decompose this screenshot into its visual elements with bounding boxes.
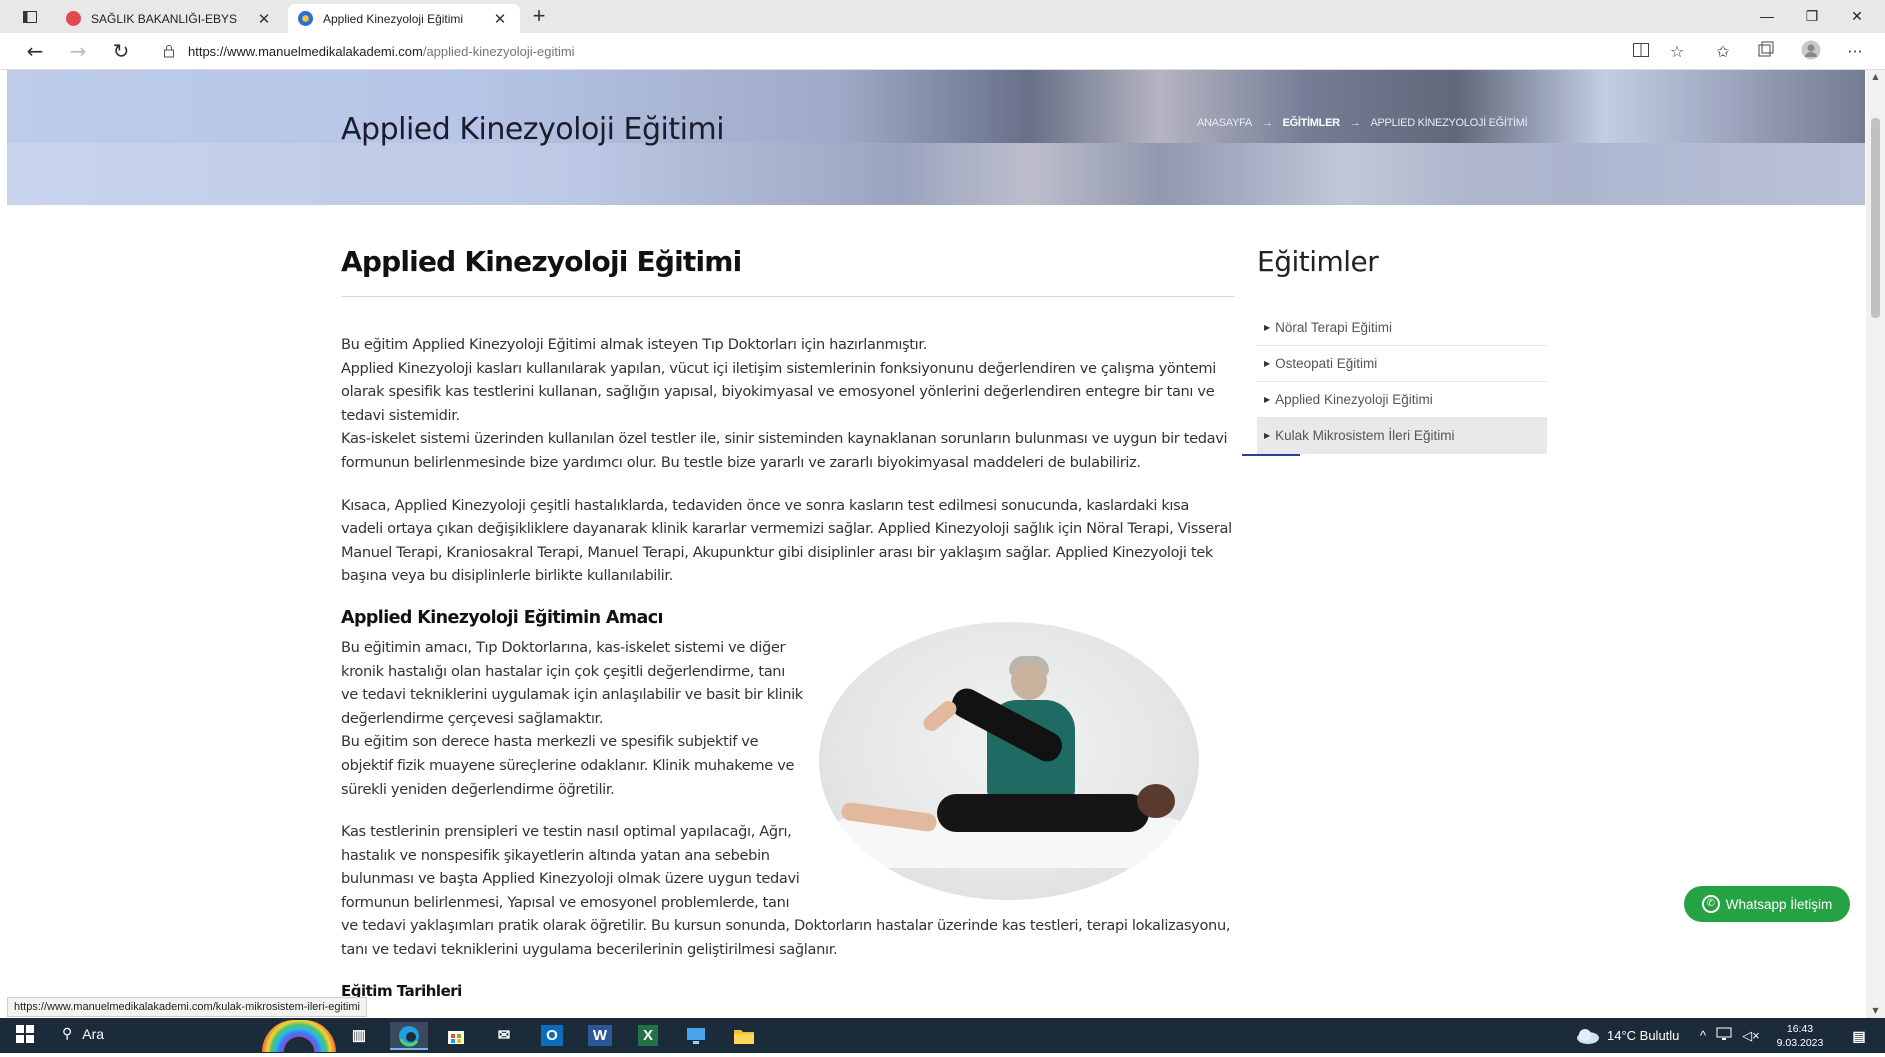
windows-taskbar: ⚲ Ara ▥ ✉ O W X 14°C Bulutlu ^ ◁× 16:43 … [0, 1018, 1885, 1053]
minimize-button[interactable]: — [1745, 4, 1789, 28]
favorites-icon[interactable]: ✩ [1710, 40, 1736, 64]
breadcrumb-current: APPLIED KİNEZYOLOJİ EĞİTİMİ [1370, 117, 1528, 129]
add-favorite-icon[interactable]: ☆ [1664, 40, 1690, 64]
section-title-dates: Eğitim Tarihleri [341, 981, 462, 1000]
url-host: https://www.manuelmedikalakademi.com [188, 43, 423, 59]
scroll-up-icon[interactable]: ▲ [1866, 70, 1885, 84]
sidebar-list: ▶ Nöral Terapi Eğitimi ▶ Osteopati Eğitimi… [1242, 310, 1547, 456]
whatsapp-label: Whatsapp İletişim [1725, 896, 1833, 912]
weather-widget[interactable]: 14°C Bulutlu [1575, 1018, 1679, 1053]
sidebar-accent-underline [1242, 454, 1300, 456]
taskbar-search[interactable]: ⚲ Ara [62, 1025, 104, 1042]
breadcrumb-egitimler-link[interactable]: EĞİTİMLER [1283, 117, 1341, 129]
url-field[interactable]: https://www.manuelmedikalakademi.com/app… [150, 37, 1600, 65]
restore-button[interactable]: ❐ [1790, 4, 1834, 28]
sidebar-item-osteopati[interactable]: ▶ Osteopati Eğitimi [1257, 346, 1547, 382]
close-tab-icon[interactable]: ✕ [490, 10, 510, 28]
mail-icon[interactable]: ✉ [485, 1022, 523, 1050]
search-icon: ⚲ [62, 1025, 73, 1041]
title-divider [341, 296, 1235, 297]
article-flow: Bu eğitimin amacı, Tıp Doktorlarına, kas… [341, 621, 1235, 1000]
close-tab-icon[interactable]: ✕ [254, 10, 274, 28]
volume-muted-icon[interactable]: ◁× [1742, 1028, 1760, 1044]
sidebar-item-label: Nöral Terapi Eğitimi [1275, 320, 1392, 335]
remote-desktop-icon[interactable] [677, 1022, 715, 1050]
sidebar-item-label: Kulak Mikrosistem İleri Eğitimi [1275, 428, 1455, 443]
cloud-icon [1577, 1028, 1599, 1044]
tab-title: Applied Kinezyoloji Eğitimi [323, 11, 464, 26]
tab-title: SAĞLIK BAKANLIĞI-EBYS [91, 11, 238, 26]
caret-right-icon: ▶ [1264, 431, 1271, 440]
hero-title: Applied Kinezyoloji Eğitimi [341, 112, 725, 147]
browser-tab-bar: SAĞLIK BAKANLIĞI-EBYS ✕ Applied Kinezyol… [0, 0, 1885, 33]
url-path: /applied-kinezyoloji-egitimi [422, 43, 575, 59]
page-scrollbar[interactable]: ▲ ▼ [1866, 70, 1885, 1018]
forward-arrow-icon[interactable]: → [63, 38, 93, 64]
caret-right-icon: ▶ [1264, 323, 1271, 332]
profile-avatar-icon[interactable] [1798, 40, 1824, 64]
hero-banner: Applied Kinezyoloji Eğitimi ANASAYFA → E… [7, 70, 1865, 205]
taskbar-clock[interactable]: 16:43 9.03.2023 [1770, 1022, 1830, 1050]
ministry-favicon-icon [66, 11, 81, 26]
tab-actions-icon[interactable] [14, 6, 46, 28]
site-favicon-icon [298, 11, 313, 26]
word-icon[interactable]: W [581, 1022, 619, 1050]
sidebar-item-kulak-mikrosistem[interactable]: ▶ Kulak Mikrosistem İleri Eğitimi [1257, 418, 1547, 454]
edge-browser-icon[interactable] [390, 1022, 428, 1050]
hero-overlay [7, 70, 1865, 205]
caret-right-icon: ▶ [1264, 395, 1271, 404]
clock-date: 9.03.2023 [1776, 1037, 1824, 1049]
file-explorer-icon[interactable] [725, 1022, 763, 1050]
tab-applied-kinezyoloji[interactable]: Applied Kinezyoloji Eğitimi ✕ [288, 4, 520, 33]
microsoft-store-icon[interactable] [437, 1022, 475, 1050]
excel-icon[interactable]: X [629, 1022, 667, 1050]
breadcrumb-arrow-icon: → [1261, 117, 1273, 129]
address-bar: ← → ↻ https://www.manuelmedikalakademi.c… [0, 33, 1885, 70]
search-label: Ara [82, 1025, 105, 1042]
caret-right-icon: ▶ [1264, 359, 1271, 368]
sidebar-item-label: Applied Kinezyoloji Eğitimi [1275, 392, 1433, 407]
weather-text: 14°C Bulutlu [1607, 1028, 1680, 1043]
article-paragraph-1: Bu eğitim Applied Kinezyoloji Eğitimi al… [341, 336, 1228, 471]
whatsapp-contact-button[interactable]: ✆ Whatsapp İletişim [1684, 886, 1850, 922]
system-tray: ^ ◁× [1700, 1018, 1760, 1053]
page-viewport: Applied Kinezyoloji Eğitimi ANASAYFA → E… [7, 70, 1865, 1018]
refresh-icon[interactable]: ↻ [106, 38, 136, 64]
close-window-button[interactable]: ✕ [1835, 4, 1879, 28]
whatsapp-icon: ✆ [1701, 895, 1720, 913]
network-icon[interactable] [1716, 1027, 1732, 1044]
task-view-icon[interactable]: ▥ [340, 1022, 378, 1050]
therapy-photo [819, 621, 1199, 900]
breadcrumb-home-link[interactable]: ANASAYFA [1197, 117, 1252, 129]
notifications-icon[interactable]: ▤ [1840, 1022, 1878, 1050]
sidebar-item-noral-terapi[interactable]: ▶ Nöral Terapi Eğitimi [1257, 310, 1547, 346]
more-menu-icon[interactable]: ··· [1842, 40, 1868, 64]
back-arrow-icon[interactable]: ← [20, 38, 50, 64]
article: Applied Kinezyoloji Eğitimi Bu eğitim Ap… [341, 245, 1235, 1000]
outlook-icon[interactable]: O [533, 1022, 571, 1050]
sidebar: Eğitimler ▶ Nöral Terapi Eğitimi ▶ Osteopa… [1242, 245, 1547, 456]
tray-chevron-up-icon[interactable]: ^ [1700, 1028, 1706, 1043]
windows-start-icon[interactable] [14, 1025, 36, 1047]
sidebar-item-applied-kinezyoloji[interactable]: ▶ Applied Kinezyoloji Eğitimi [1257, 382, 1547, 418]
status-bar-url: https://www.manuelmedikalakademi.com/kul… [7, 997, 367, 1017]
section-title-aim: Applied Kinezyoloji Eğitimin Amacı [341, 607, 663, 628]
reader-view-icon[interactable] [1628, 40, 1654, 64]
article-paragraph-2: Kısaca, Applied Kinezyoloji çeşitli hast… [341, 496, 1232, 585]
breadcrumb-arrow-icon: → [1349, 117, 1361, 129]
scroll-down-icon[interactable]: ▼ [1866, 1004, 1885, 1018]
clock-time: 16:43 [1786, 1023, 1814, 1035]
sidebar-item-label: Osteopati Eğitimi [1275, 356, 1378, 371]
collections-icon[interactable] [1753, 40, 1779, 64]
article-title: Applied Kinezyoloji Eğitimi [341, 245, 742, 278]
sidebar-title: Eğitimler [1257, 245, 1379, 278]
breadcrumb: ANASAYFA → EĞİTİMLER → APPLIED KİNEZYOLO… [1197, 117, 1528, 129]
search-highlight-image [262, 1020, 336, 1052]
new-tab-button[interactable]: + [526, 5, 552, 29]
tab-saglik-bakanligi[interactable]: SAĞLIK BAKANLIĞI-EBYS ✕ [56, 4, 284, 33]
lock-icon [164, 45, 174, 58]
scroll-thumb[interactable] [1871, 118, 1880, 318]
